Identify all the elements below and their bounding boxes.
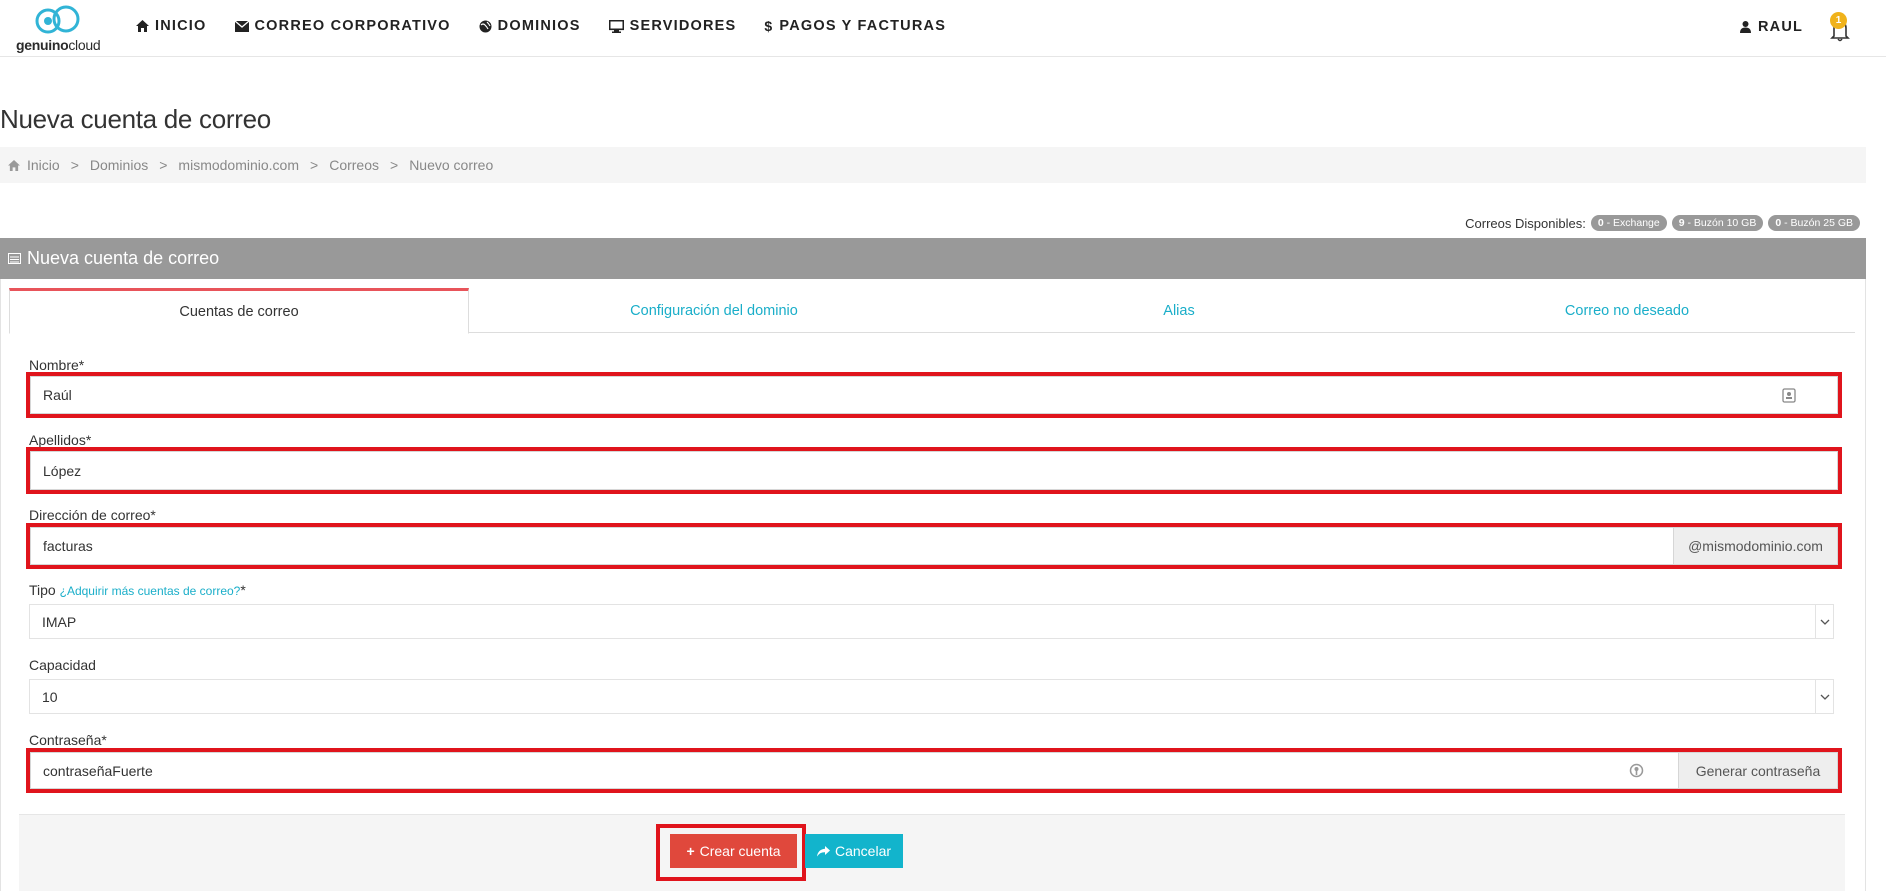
contrasena-label: Contraseña* xyxy=(29,732,107,748)
nombre-label: Nombre* xyxy=(29,357,85,373)
form-actions-bar xyxy=(19,814,1845,891)
main-nav: INICIO CORREO CORPORATIVO DOMINIOS SERVI… xyxy=(136,18,974,34)
tipo-value: IMAP xyxy=(42,613,77,630)
pill-exchange: 0 - Exchange xyxy=(1590,215,1667,231)
cancelar-label: Cancelar xyxy=(834,843,892,859)
nav-label: SERVIDORES xyxy=(629,18,737,34)
apellidos-label: Apellidos* xyxy=(29,432,92,448)
tipo-select[interactable]: IMAP xyxy=(29,604,1834,639)
home-icon xyxy=(8,159,20,171)
tipo-select-arrow[interactable] xyxy=(1815,605,1833,638)
direccion-input[interactable]: facturas xyxy=(30,527,1838,565)
user-menu[interactable]: RAUL xyxy=(1740,19,1803,35)
notification-badge[interactable]: 1 xyxy=(1830,12,1847,29)
crear-cuenta-button[interactable]: + Crear cuenta xyxy=(670,834,797,868)
envelope-icon xyxy=(234,20,249,32)
tab-alias[interactable]: Alias xyxy=(959,288,1399,333)
share-arrow-icon xyxy=(816,845,830,856)
breadcrumb: Inicio > Dominios > mismodominio.com > C… xyxy=(0,147,1866,183)
home-icon xyxy=(136,20,149,32)
chevron-down-icon xyxy=(1820,619,1829,625)
breadcrumb-separator: > xyxy=(390,157,399,173)
nav-label: DOMINIOS xyxy=(497,18,581,34)
tipo-required-mark: * xyxy=(240,582,246,598)
direccion-label: Dirección de correo* xyxy=(29,507,156,523)
breadcrumb-separator: > xyxy=(310,157,319,173)
user-icon xyxy=(1740,21,1751,33)
capacidad-select-arrow[interactable] xyxy=(1815,680,1833,713)
cloud-logo-icon xyxy=(35,5,80,34)
adquirir-mas-cuentas-link[interactable]: ¿Adquirir más cuentas de correo? xyxy=(60,584,241,598)
available-mailboxes: Correos Disponibles: 0 - Exchange 9 - Bu… xyxy=(1465,215,1860,231)
breadcrumb-item-dominios[interactable]: Dominios xyxy=(90,157,148,173)
nav-item-dominios[interactable]: DOMINIOS xyxy=(479,18,581,34)
tipo-label: Tipo ¿Adquirir más cuentas de correo?* xyxy=(29,582,246,598)
logo-text: genuinocloud xyxy=(16,37,101,53)
cancelar-button[interactable]: Cancelar xyxy=(805,834,903,868)
breadcrumb-separator: > xyxy=(70,157,79,173)
monitor-icon xyxy=(608,19,624,33)
nav-item-servidores[interactable]: SERVIDORES xyxy=(608,18,737,34)
generar-contrasena-button[interactable]: Generar contraseña xyxy=(1678,753,1837,788)
list-icon xyxy=(8,253,21,264)
globe-icon xyxy=(479,20,492,32)
tab-correo-no-deseado[interactable]: Correo no deseado xyxy=(1399,288,1855,333)
breadcrumb-item-current: Nuevo correo xyxy=(409,157,494,173)
apellidos-input[interactable]: López xyxy=(30,451,1838,490)
apellidos-value: López xyxy=(43,462,82,479)
capacidad-value: 10 xyxy=(42,688,58,705)
tab-configuracion-dominio[interactable]: Configuración del dominio xyxy=(469,288,959,333)
tab-cuentas-correo[interactable]: Cuentas de correo xyxy=(9,288,469,334)
direccion-value: facturas xyxy=(43,538,93,554)
nombre-input[interactable]: Raúl xyxy=(30,376,1838,414)
contrasena-input[interactable]: contraseñaFuerte xyxy=(30,752,1838,789)
capacidad-select[interactable]: 10 xyxy=(29,679,1834,714)
contrasena-value: contraseñaFuerte xyxy=(43,762,153,779)
key-icon[interactable] xyxy=(1629,763,1644,778)
page-title: Nueva cuenta de correo xyxy=(0,104,271,134)
pill-buzon-25gb: 0 - Buzón 25 GB xyxy=(1768,215,1860,231)
panel-body xyxy=(0,279,1866,891)
user-name: RAUL xyxy=(1758,19,1804,35)
domain-suffix-addon: @mismodominio.com xyxy=(1673,528,1837,564)
capacidad-label: Capacidad xyxy=(29,657,96,673)
plus-icon: + xyxy=(686,843,695,859)
nav-item-correo-corporativo[interactable]: CORREO CORPORATIVO xyxy=(234,18,451,34)
available-label: Correos Disponibles: xyxy=(1465,215,1586,231)
tab-bar: Cuentas de correo Configuración del domi… xyxy=(9,288,1855,334)
pill-buzon-10gb: 9 - Buzón 10 GB xyxy=(1671,215,1764,231)
dollar-icon: $ xyxy=(764,18,774,34)
nav-label: PAGOS Y FACTURAS xyxy=(779,18,947,34)
contact-card-icon[interactable] xyxy=(1782,388,1796,403)
tipo-label-text: Tipo xyxy=(29,582,56,598)
breadcrumb-item-domain[interactable]: mismodominio.com xyxy=(178,157,299,173)
breadcrumb-separator: > xyxy=(159,157,168,173)
breadcrumb-item-correos[interactable]: Correos xyxy=(329,157,379,173)
breadcrumb-item-inicio[interactable]: Inicio xyxy=(27,157,60,173)
panel-title: Nueva cuenta de correo xyxy=(27,248,220,268)
nav-item-pagos-facturas[interactable]: $ PAGOS Y FACTURAS xyxy=(764,18,946,34)
logo[interactable]: genuinocloud xyxy=(16,5,106,53)
panel-header: Nueva cuenta de correo xyxy=(0,238,1866,279)
nombre-value: Raúl xyxy=(43,387,72,403)
nav-label: INICIO xyxy=(155,18,207,34)
top-navbar: genuinocloud INICIO CORREO CORPORATIVO D… xyxy=(0,0,1886,57)
crear-cuenta-label: Crear cuenta xyxy=(699,843,781,859)
nav-item-inicio[interactable]: INICIO xyxy=(136,18,207,34)
chevron-down-icon xyxy=(1820,694,1829,700)
nav-label: CORREO CORPORATIVO xyxy=(254,18,451,34)
